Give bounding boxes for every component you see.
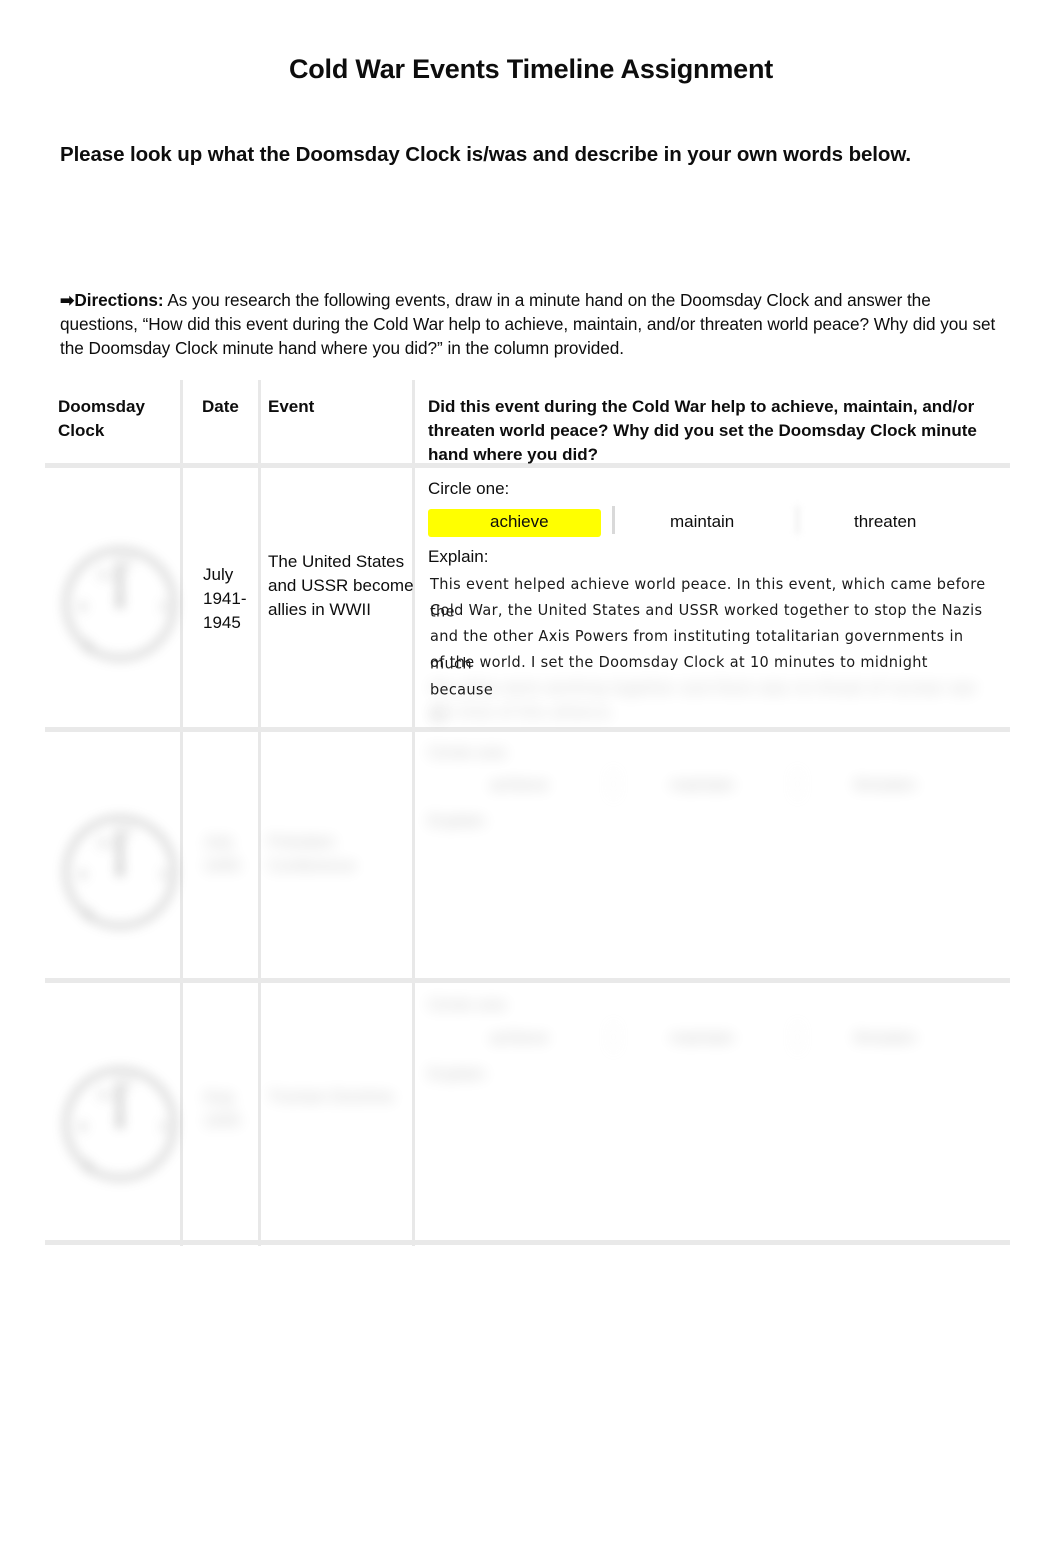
row-3-circle-one-label: Circle one:: [428, 995, 510, 1014]
column-divider-3: [412, 380, 415, 1246]
svg-text:12: 12: [114, 822, 133, 840]
row-1-explanation-line-6[interactable]: the time of this alliance.: [430, 700, 990, 727]
row-1-event: The United States and USSR become allies…: [268, 552, 414, 619]
row-3-date: Aug 1945: [203, 1087, 241, 1130]
row-1-option-divider-1: [612, 506, 615, 534]
column-divider-1: [180, 380, 183, 1246]
row-1-circle-one-label: Circle one:: [428, 479, 510, 498]
row-2-option-divider-2: [796, 770, 799, 798]
svg-text:8: 8: [84, 638, 94, 656]
svg-text:9: 9: [78, 598, 88, 616]
page-title: Cold War Events Timeline Assignment: [288, 54, 774, 84]
prompt-instruction: Please look up what the Doomsday Clock i…: [60, 143, 911, 166]
row-2-option-maintain[interactable]: maintain: [670, 775, 734, 795]
row-3-explain-label: Explain:: [428, 1064, 489, 1083]
header-date: Date: [202, 397, 239, 416]
svg-text:3: 3: [158, 598, 168, 616]
doomsday-clock-drawing-row-2[interactable]: 12 9 8 11 3: [58, 808, 178, 938]
row-2-option-achieve[interactable]: achieve: [490, 775, 549, 795]
right-arrow-icon: ➡: [60, 290, 75, 310]
svg-text:9: 9: [78, 1118, 88, 1136]
row-1-option-divider-2: [796, 506, 799, 534]
row-divider-3: [45, 1240, 1010, 1245]
row-1-explanation-line-2[interactable]: Cold War, the United States and USSR wor…: [430, 598, 990, 625]
header-doomsday-clock: Doomsday Clock: [58, 397, 145, 440]
row-3-option-achieve[interactable]: achieve: [490, 1028, 549, 1048]
row-2-circle-one-label: Circle one:: [428, 743, 510, 762]
row-2-date: July 1945: [203, 832, 241, 875]
doomsday-clock-drawing-row-3[interactable]: 12 9 8 11 3: [58, 1060, 178, 1190]
svg-text:12: 12: [114, 1074, 133, 1092]
row-2-explain-label: Explain:: [428, 811, 489, 830]
directions-text: As you research the following events, dr…: [60, 290, 996, 358]
svg-text:11: 11: [96, 1086, 115, 1104]
row-1-option-threaten[interactable]: threaten: [854, 512, 916, 532]
svg-text:11: 11: [96, 566, 115, 584]
row-3-option-divider-2: [796, 1023, 799, 1051]
svg-text:8: 8: [84, 906, 94, 924]
header-question: Did this event during the Cold War help …: [428, 397, 977, 464]
svg-text:3: 3: [158, 1118, 168, 1136]
row-2-option-threaten[interactable]: threaten: [854, 775, 916, 795]
column-divider-2: [258, 380, 261, 1246]
row-3-option-threaten[interactable]: threaten: [854, 1028, 916, 1048]
row-1-option-achieve[interactable]: achieve: [428, 509, 601, 537]
row-1-option-maintain[interactable]: maintain: [670, 512, 734, 532]
row-divider-2: [45, 978, 1010, 983]
row-1-date: July 1941-1945: [203, 565, 247, 632]
svg-text:12: 12: [114, 554, 133, 572]
row-3-event: Truman Doctrine: [268, 1087, 394, 1106]
document-page: Cold War Events Timeline Assignment Plea…: [0, 0, 1062, 1556]
header-event: Event: [268, 397, 315, 416]
svg-text:11: 11: [96, 834, 115, 852]
row-2-option-divider-1: [612, 770, 615, 798]
svg-text:9: 9: [78, 866, 88, 884]
doomsday-clock-drawing-row-1[interactable]: 12 9 8 11 3: [58, 540, 178, 670]
row-2-event: Potsdam Conference: [268, 832, 356, 875]
row-1-explain-label: Explain:: [428, 547, 489, 566]
directions-paragraph: ➡Directions: As you research the followi…: [60, 288, 1000, 360]
row-3-option-divider-1: [612, 1023, 615, 1051]
svg-text:8: 8: [84, 1158, 94, 1176]
svg-text:3: 3: [158, 866, 168, 884]
directions-label: Directions:: [74, 290, 164, 310]
row-3-option-maintain[interactable]: maintain: [670, 1028, 734, 1048]
